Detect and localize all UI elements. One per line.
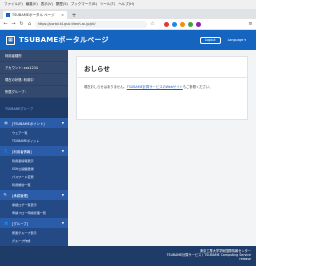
page-title: TSUBAMEポータルページ	[19, 36, 109, 44]
menu-view[interactable]: 表示(V)	[41, 2, 53, 7]
chevron-down-icon: ▼	[61, 121, 64, 125]
bookmark-star-icon[interactable]: ☆	[150, 21, 155, 27]
reload-icon[interactable]: ↻	[19, 21, 24, 27]
sidebar: 利用者種別 アカウント: xxx1234 現在の状態: 利用中 所属グループ: …	[0, 50, 68, 266]
sidebar-item[interactable]: SSH公開鍵登録	[0, 164, 68, 172]
new-tab-button[interactable]: +	[70, 11, 78, 19]
browser-menubar: ファイル(F) 編集(E) 表示(V) 履歴(S) ブックマーク(B) ツール(…	[0, 0, 256, 9]
back-icon[interactable]: ←	[3, 21, 8, 27]
status-label: 現在の状態: 利用中	[0, 74, 68, 86]
extension-icon[interactable]	[164, 21, 169, 27]
sidebar-group-user: 👤 [利用者情報] ▼ 利用者情報表示 SSH公開鍵登録 パスワード変更 利用規…	[0, 146, 68, 190]
browser-tabbar: TSUBAMEポータル ページ × +	[0, 9, 256, 19]
sidebar-item[interactable]: ウェア一覧	[0, 128, 68, 136]
extension-icon[interactable]	[188, 21, 193, 27]
sidebar-item[interactable]: TSUBAMEポイント	[0, 136, 68, 144]
menu-history[interactable]: 履歴(S)	[56, 2, 68, 7]
extension-icon[interactable]	[196, 21, 201, 27]
menu-hamburger-icon[interactable]: ≡	[248, 21, 253, 27]
notice-title: おしらせ	[77, 57, 247, 78]
extension-icon[interactable]	[172, 21, 177, 27]
search-icon: 🔍	[3, 193, 9, 197]
people-icon: 👥	[3, 221, 9, 225]
chevron-down-icon: ▼	[61, 149, 64, 153]
app-header: ▦ TSUBAMEポータルページ Logout Language ▾	[0, 30, 256, 50]
home-grid-icon[interactable]: ▦	[6, 35, 15, 45]
sidebar-group-header[interactable]: ▤ [TSUBAMEポイント] ▼	[0, 118, 68, 128]
page-footer: 東京工業大学学術国際情報センター TSUBAME計算サービス / TSUBAME…	[0, 246, 256, 266]
forward-icon[interactable]: →	[11, 21, 16, 27]
sidebar-item[interactable]: 所属グループ表示	[0, 228, 68, 236]
menu-help[interactable]: ヘルプ(H)	[118, 2, 134, 7]
group-label: 所属グループ:	[0, 86, 68, 98]
sidebar-link-row: TSUBAMEグループ	[0, 98, 68, 118]
user-type-label: 利用者種別	[0, 50, 68, 62]
language-dropdown[interactable]: Language ▾	[224, 37, 250, 44]
notice-card: おしらせ 現在おしらせはありません。TSUBAME計算サービスのWebサイトもご…	[76, 56, 248, 120]
user-icon: 👤	[3, 149, 9, 153]
extension-icons	[164, 21, 201, 27]
sidebar-group-approval: 🔍 [承認管理] ▼ 承認ログ一覧表示 申請フロー申請管理一覧	[0, 190, 68, 218]
extension-icon[interactable]	[180, 21, 185, 27]
footer-release: release	[239, 257, 251, 262]
menu-tools[interactable]: ツール(T)	[100, 2, 115, 7]
favicon-icon	[6, 13, 10, 17]
menu-edit[interactable]: 編集(E)	[26, 2, 38, 7]
account-info: 利用者種別 アカウント: xxx1234 現在の状態: 利用中 所属グループ:	[0, 50, 68, 98]
table-icon: ▤	[4, 121, 8, 125]
menu-bookmarks[interactable]: ブックマーク(B)	[71, 2, 97, 7]
browser-toolbar: ← → ↻ ⌂ https://portal.t4.gsic.titech.ac…	[0, 19, 256, 30]
sidebar-group-link[interactable]: TSUBAMEグループ	[5, 106, 33, 111]
browser-tab[interactable]: TSUBAMEポータル ページ ×	[3, 11, 67, 19]
address-bar[interactable]: https://portal.t4.gsic.titech.ac.jp/ptl/	[35, 20, 147, 28]
menu-file[interactable]: ファイル(F)	[4, 2, 23, 7]
sidebar-group-points: ▤ [TSUBAMEポイント] ▼ ウェア一覧 TSUBAMEポイント	[0, 118, 68, 146]
sidebar-item[interactable]: 利用規約一覧	[0, 180, 68, 188]
notice-body: 現在おしらせはありません。TSUBAME計算サービスのWebサイトもご参照くださ…	[77, 78, 247, 95]
sidebar-group-header[interactable]: 🔍 [承認管理] ▼	[0, 190, 68, 200]
logout-button[interactable]: Logout	[199, 36, 221, 44]
sidebar-item[interactable]: グループ作成	[0, 236, 68, 244]
home-icon[interactable]: ⌂	[27, 21, 32, 27]
sidebar-item[interactable]: 承認ログ一覧表示	[0, 200, 68, 208]
main-content: おしらせ 現在おしらせはありません。TSUBAME計算サービスのWebサイトもご…	[68, 50, 256, 266]
sidebar-item[interactable]: パスワード変更	[0, 172, 68, 180]
service-website-link[interactable]: TSUBAME計算サービスのWebサイト	[127, 85, 183, 89]
notice-text: 現在おしらせはありません。	[84, 85, 127, 89]
sidebar-group-header[interactable]: 👥 [グループ] ▼	[0, 218, 68, 228]
sidebar-group-header[interactable]: 👤 [利用者情報] ▼	[0, 146, 68, 156]
chevron-down-icon: ▼	[61, 193, 64, 197]
close-tab-icon[interactable]: ×	[61, 13, 64, 17]
account-label: アカウント: xxx1234	[0, 62, 68, 74]
notice-text-suffix: もご参照ください。	[182, 85, 213, 89]
chevron-down-icon: ▼	[61, 221, 64, 225]
sidebar-item[interactable]: 申請フロー申請管理一覧	[0, 208, 68, 216]
sidebar-item[interactable]: 利用者情報表示	[0, 156, 68, 164]
tab-title: TSUBAMEポータル ページ	[12, 12, 55, 17]
